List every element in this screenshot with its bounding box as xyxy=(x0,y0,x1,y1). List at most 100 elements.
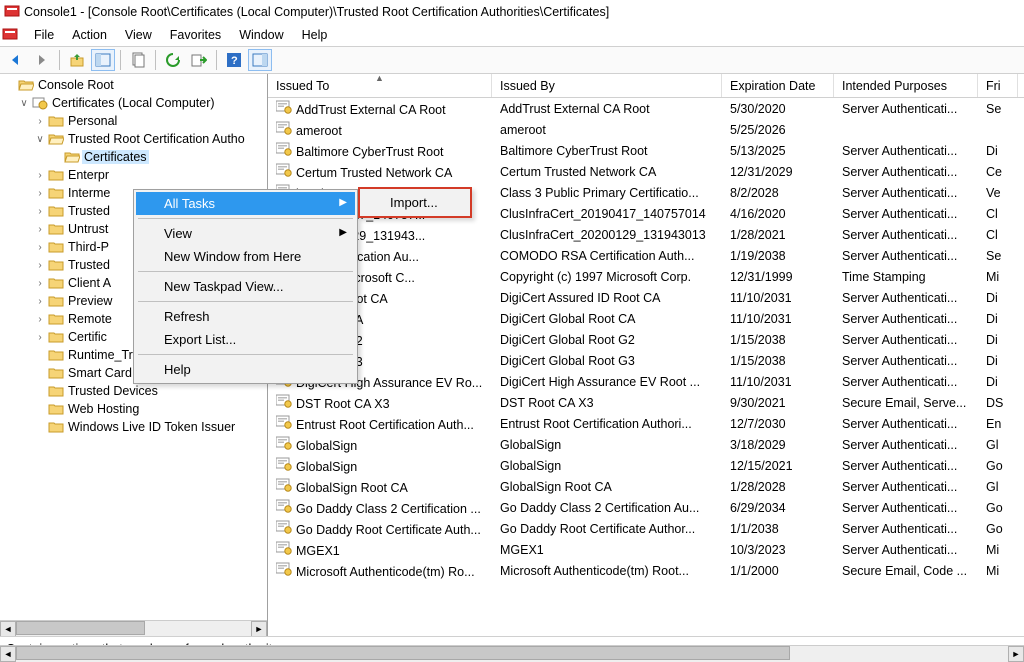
table-row[interactable]: ured ID Root CADigiCert Assured ID Root … xyxy=(268,287,1024,308)
table-row[interactable]: GlobalSignGlobalSign3/18/2029Server Auth… xyxy=(268,434,1024,455)
submenu-arrow-icon: ▶ xyxy=(339,197,347,208)
table-row[interactable]: Go Daddy Root Certificate Auth...Go Dadd… xyxy=(268,518,1024,539)
scroll-left-icon[interactable]: ◄ xyxy=(0,621,16,637)
back-button[interactable] xyxy=(4,49,28,71)
show-hide-action-button[interactable] xyxy=(248,49,272,71)
table-row[interactable]: MGEX1MGEX110/3/2023Server Authenticati..… xyxy=(268,539,1024,560)
folder-icon xyxy=(18,77,34,93)
menu-window[interactable]: Window xyxy=(231,26,291,44)
tree-twisty-icon[interactable]: › xyxy=(34,314,46,325)
table-row[interactable]: RSA Certification Au...COMODO RSA Certif… xyxy=(268,245,1024,266)
copy-button[interactable] xyxy=(126,49,150,71)
tree-personal[interactable]: ›Personal xyxy=(2,112,268,130)
cell-issued-to: DST Root CA X3 xyxy=(296,397,390,411)
tree-twisty-icon[interactable]: › xyxy=(34,278,46,289)
tree-twisty-icon[interactable]: › xyxy=(34,188,46,199)
table-row[interactable]: bal Root G2DigiCert Global Root G21/15/2… xyxy=(268,329,1024,350)
ctx-refresh[interactable]: Refresh xyxy=(136,305,355,328)
ctx-all-tasks[interactable]: All Tasks▶ xyxy=(136,192,355,215)
table-row[interactable]: DST Root CA X3DST Root CA X39/30/2021Sec… xyxy=(268,392,1024,413)
folder-icon xyxy=(48,365,64,381)
ctx-new-window[interactable]: New Window from Here xyxy=(136,245,355,268)
col-issued-to[interactable]: Issued To▲ xyxy=(268,74,492,97)
table-row[interactable]: Go Daddy Class 2 Certification ...Go Dad… xyxy=(268,497,1024,518)
cell-purp: Secure Email, Serve... xyxy=(834,396,978,410)
table-row[interactable]: GlobalSignGlobalSign12/15/2021Server Aut… xyxy=(268,455,1024,476)
tree-node-2[interactable]: ›Enterpr xyxy=(2,166,268,184)
cell-issued-by: Microsoft Authenticode(tm) Root... xyxy=(492,564,722,578)
table-row[interactable]: bal Root CADigiCert Global Root CA11/10/… xyxy=(268,308,1024,329)
folder-icon xyxy=(48,293,64,309)
cell-issued-to: Microsoft Authenticode(tm) Ro... xyxy=(296,565,475,579)
table-row[interactable]: AddTrust External CA RootAddTrust Extern… xyxy=(268,98,1024,119)
table-row[interactable]: amerootameroot5/25/2026 xyxy=(268,119,1024,140)
tree-twisty-icon[interactable]: › xyxy=(34,170,46,181)
col-friendly[interactable]: Fri xyxy=(978,74,1018,97)
menu-file[interactable]: File xyxy=(26,26,62,44)
tree-twisty-icon[interactable]: › xyxy=(34,224,46,235)
forward-button[interactable] xyxy=(30,49,54,71)
cell-friend: Se xyxy=(978,102,1018,116)
menu-favorites[interactable]: Favorites xyxy=(162,26,229,44)
table-row[interactable]: Microsoft Authenticode(tm) Ro... Microsof… xyxy=(268,560,1024,581)
ctx-export[interactable]: Export List... xyxy=(136,328,355,351)
table-row[interactable]: bal Root G3DigiCert Global Root G31/15/2… xyxy=(268,350,1024,371)
cell-exp: 12/31/2029 xyxy=(722,165,834,179)
col-expiration[interactable]: Expiration Date xyxy=(722,74,834,97)
tree-trusted-root-ca[interactable]: ∨Trusted Root Certification Autho xyxy=(2,130,268,148)
scroll-thumb[interactable] xyxy=(16,621,145,635)
tree-certificates[interactable]: Certificates xyxy=(2,148,268,166)
tree-twisty-icon[interactable]: › xyxy=(34,206,46,217)
ctx-import[interactable]: Import... xyxy=(362,191,468,214)
help-button[interactable]: ? xyxy=(222,49,246,71)
table-row[interactable]: c) 1997 Microsoft C...Copyright (c) 1997… xyxy=(268,266,1024,287)
cell-purp: Server Authenticati... xyxy=(834,417,978,431)
folder-icon xyxy=(48,329,64,345)
ctx-new-taskpad[interactable]: New Taskpad View... xyxy=(136,275,355,298)
export-button[interactable] xyxy=(187,49,211,71)
tree-certificates-local[interactable]: ∨Certificates (Local Computer) xyxy=(2,94,268,112)
tree-node-15[interactable]: Web Hosting xyxy=(2,400,268,418)
cell-exp: 11/10/2031 xyxy=(722,291,834,305)
cell-friend: Gl xyxy=(978,438,1018,452)
tree-twisty-icon[interactable]: › xyxy=(34,260,46,271)
cell-issued-to: Go Daddy Root Certificate Auth... xyxy=(296,523,481,537)
refresh-button[interactable] xyxy=(161,49,185,71)
show-hide-tree-button[interactable] xyxy=(91,49,115,71)
cell-issued-to: Go Daddy Class 2 Certification ... xyxy=(296,502,481,516)
cell-purp: Server Authenticati... xyxy=(834,333,978,347)
col-issued-by[interactable]: Issued By xyxy=(492,74,722,97)
tree-node-14[interactable]: Trusted Devices xyxy=(2,382,268,400)
sort-asc-icon: ▲ xyxy=(375,74,384,83)
table-row[interactable]: Entrust Root Certification Auth...Entrus… xyxy=(268,413,1024,434)
col-purposes[interactable]: Intended Purposes xyxy=(834,74,978,97)
tree-twisty-icon[interactable]: › xyxy=(34,116,46,127)
table-row[interactable]: DigiCert High Assurance EV Ro...DigiCert… xyxy=(268,371,1024,392)
cell-purp: Secure Email, Code ... xyxy=(834,564,978,578)
up-button[interactable] xyxy=(65,49,89,71)
table-row[interactable]: rt_20200129_131943...ClusInfraCert_20200… xyxy=(268,224,1024,245)
tree-twisty-icon[interactable]: › xyxy=(34,242,46,253)
ctx-help[interactable]: Help xyxy=(136,358,355,381)
cell-issued-by: MGEX1 xyxy=(492,543,722,557)
menu-action[interactable]: Action xyxy=(64,26,115,44)
tree-twisty-icon[interactable]: ∨ xyxy=(34,134,46,145)
tree-hscrollbar[interactable]: ◄ ► xyxy=(0,620,267,636)
cell-issued-to: Certum Trusted Network CA xyxy=(296,166,452,180)
table-row[interactable]: Baltimore CyberTrust RootBaltimore Cyber… xyxy=(268,140,1024,161)
svg-text:?: ? xyxy=(231,55,238,67)
menu-view[interactable]: View xyxy=(117,26,160,44)
tree-twisty-icon[interactable]: › xyxy=(34,332,46,343)
scroll-right-icon[interactable]: ► xyxy=(251,621,267,637)
certificate-icon xyxy=(276,415,292,429)
tree-console-root[interactable]: Console Root xyxy=(2,76,268,94)
certificate-icon xyxy=(276,478,292,492)
tree-twisty-icon[interactable]: ∨ xyxy=(18,98,30,109)
table-row[interactable]: Certum Trusted Network CA Certum Trusted … xyxy=(268,161,1024,182)
tree-node-16[interactable]: Windows Live ID Token Issuer xyxy=(2,418,268,436)
menu-help[interactable]: Help xyxy=(294,26,336,44)
ctx-view[interactable]: View▶ xyxy=(136,222,355,245)
table-row[interactable]: GlobalSign Root CAGlobalSign Root CA1/28… xyxy=(268,476,1024,497)
cell-issued-by: Certum Trusted Network CA xyxy=(492,165,722,179)
tree-twisty-icon[interactable]: › xyxy=(34,296,46,307)
